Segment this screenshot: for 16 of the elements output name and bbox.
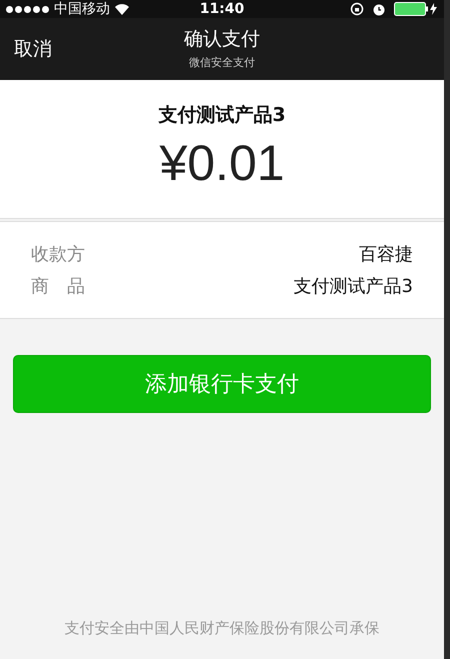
payment-amount: ¥0.01 (159, 134, 285, 192)
clock-time: 11:40 (200, 1, 244, 17)
page-subtitle: 微信安全支付 (189, 55, 255, 70)
carrier-name: 中国移动 (54, 0, 110, 18)
wifi-icon (115, 4, 129, 14)
page-title: 确认支付 (184, 27, 260, 52)
detail-value: 支付测试产品3 (294, 275, 413, 298)
insurance-note: 支付安全由中国人民财产保险股份有限公司承保 (64, 619, 380, 637)
detail-value: 百容捷 (359, 243, 413, 266)
detail-label: 商 品 (31, 275, 85, 298)
detail-label: 收款方 (31, 243, 85, 266)
cancel-button[interactable]: 取消 (0, 36, 66, 62)
signal-icon (6, 6, 49, 12)
battery-icon (394, 2, 438, 16)
rotation-lock-icon (350, 2, 364, 16)
product-name: 支付测试产品3 (158, 103, 286, 128)
